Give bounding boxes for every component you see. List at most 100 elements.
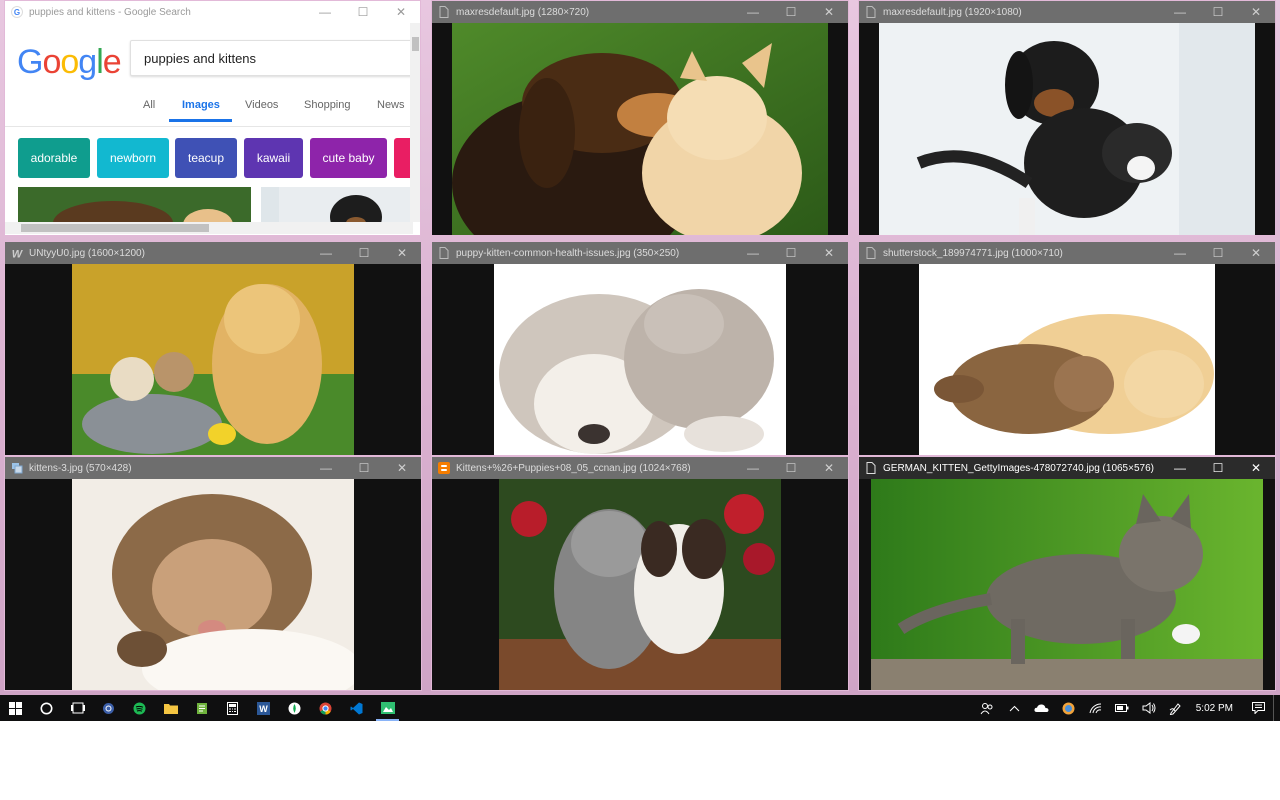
viewer-titlebar[interactable]: kittens-3.jpg (570×428) — ☐ ✕ (5, 457, 421, 479)
minimize-button[interactable]: — (734, 1, 772, 23)
action-center-icon[interactable] (1243, 695, 1273, 721)
minimize-button[interactable]: — (307, 457, 345, 479)
search-input[interactable]: puppies and kittens (130, 40, 413, 76)
minimize-button[interactable]: — (734, 242, 772, 264)
close-button[interactable]: ✕ (1237, 457, 1275, 479)
minimize-button[interactable]: — (1161, 1, 1199, 23)
result-thumbnail[interactable] (261, 187, 413, 222)
viewer-titlebar[interactable]: puppy-kitten-common-health-issues.jpg (3… (432, 242, 848, 264)
chip-kawaii[interactable]: kawaii (244, 138, 303, 178)
window-title: maxresdefault.jpg (1280×720) (456, 6, 590, 18)
vertical-scrollbar[interactable] (410, 23, 420, 222)
close-button[interactable]: ✕ (1237, 242, 1275, 264)
maximize-button[interactable]: ☐ (345, 457, 383, 479)
horizontal-scroll-thumb[interactable] (21, 224, 209, 232)
cortana-icon[interactable] (31, 695, 62, 721)
wifi-icon[interactable] (1082, 695, 1109, 721)
viewer-titlebar[interactable]: maxresdefault.jpg (1280×720) — ☐ ✕ (432, 1, 848, 23)
svg-text:G: G (14, 8, 20, 17)
file-explorer-icon[interactable] (155, 695, 186, 721)
close-button[interactable]: ✕ (383, 242, 421, 264)
start-icon[interactable] (0, 695, 31, 721)
word-icon[interactable]: W (248, 695, 279, 721)
close-button[interactable]: ✕ (383, 457, 421, 479)
window-title: puppy-kitten-common-health-issues.jpg (3… (456, 247, 680, 259)
notepad-icon[interactable] (186, 695, 217, 721)
maximize-button[interactable]: ☐ (772, 242, 810, 264)
tab-all[interactable]: All (143, 99, 155, 119)
minimize-button[interactable]: — (734, 457, 772, 479)
image-viewer-icon[interactable] (372, 695, 403, 721)
close-button[interactable]: ✕ (1237, 1, 1275, 23)
image-viewer-window[interactable]: shutterstock_189974771.jpg (1000×710) — … (859, 242, 1275, 455)
tab-news[interactable]: News (377, 99, 405, 119)
photo-sleeping-kitten-in-blanket (72, 479, 354, 690)
close-button[interactable]: ✕ (810, 1, 848, 23)
viewer-titlebar[interactable]: W UNtyyU0.jpg (1600×1200) — ☐ ✕ (5, 242, 421, 264)
tab-shopping[interactable]: Shopping (304, 99, 351, 119)
result-thumbnail[interactable] (18, 187, 251, 222)
clock[interactable]: 5:02 PM (1190, 703, 1243, 714)
volume-icon[interactable] (1136, 695, 1163, 721)
maximize-button[interactable]: ☐ (1199, 457, 1237, 479)
maximize-button[interactable]: ☐ (1199, 1, 1237, 23)
tab-images[interactable]: Images (169, 99, 232, 122)
image-viewer-window[interactable]: maxresdefault.jpg (1280×720) — ☐ ✕ (432, 1, 848, 235)
chevron-up-icon[interactable] (1001, 695, 1028, 721)
settings-icon[interactable] (93, 695, 124, 721)
maximize-button[interactable]: ☐ (772, 1, 810, 23)
minimize-button[interactable]: — (1161, 457, 1199, 479)
task-view-icon[interactable] (62, 695, 93, 721)
mongodb-icon[interactable] (279, 695, 310, 721)
app-tray-icon[interactable] (1055, 695, 1082, 721)
spotify-icon[interactable] (124, 695, 155, 721)
chip-newborn[interactable]: newborn (97, 138, 169, 178)
show-desktop-button[interactable] (1273, 695, 1280, 721)
maximize-button[interactable]: ☐ (344, 1, 382, 23)
people-icon[interactable] (974, 695, 1001, 721)
close-button[interactable]: ✕ (810, 457, 848, 479)
viewer-titlebar[interactable]: Kittens+%26+Puppies+08_05_ccnan.jpg (102… (432, 457, 848, 479)
image-viewer-window[interactable]: maxresdefault.jpg (1920×1080) — ☐ ✕ (859, 1, 1275, 235)
image-viewer-window[interactable]: kittens-3.jpg (570×428) — ☐ ✕ (5, 457, 421, 690)
minimize-button[interactable]: — (306, 1, 344, 23)
chip-teacup[interactable]: teacup (175, 138, 237, 178)
image-viewer-window[interactable]: Kittens+%26+Puppies+08_05_ccnan.jpg (102… (432, 457, 848, 690)
image-viewer-window-active[interactable]: GERMAN_KITTEN_GettyImages-478072740.jpg … (859, 457, 1275, 690)
chrome-window[interactable]: G puppies and kittens - Google Search — … (5, 1, 420, 235)
chrome-icon[interactable] (310, 695, 341, 721)
close-button[interactable]: ✕ (382, 1, 420, 23)
chrome-titlebar[interactable]: G puppies and kittens - Google Search — … (5, 1, 420, 24)
maximize-button[interactable]: ☐ (1199, 242, 1237, 264)
window-title: shutterstock_189974771.jpg (1000×710) (883, 247, 1063, 259)
battery-icon[interactable] (1109, 695, 1136, 721)
minimize-button[interactable]: — (1161, 242, 1199, 264)
pen-ink-icon[interactable] (1163, 695, 1190, 721)
google-search-page: Google puppies and kittens All Images Vi… (5, 23, 413, 222)
image-viewer-window[interactable]: puppy-kitten-common-health-issues.jpg (3… (432, 242, 848, 455)
google-favicon-icon: G (11, 6, 23, 18)
chip-adorable[interactable]: adorable (18, 138, 90, 178)
w-logo-icon: W (11, 247, 23, 260)
chip-cute-baby[interactable]: cute baby (310, 138, 387, 178)
photo-grey-kitten-and-shih-tzu (499, 479, 781, 690)
viewer-titlebar[interactable]: shutterstock_189974771.jpg (1000×710) — … (859, 242, 1275, 264)
image-file-icon (438, 6, 450, 18)
calculator-icon[interactable] (217, 695, 248, 721)
blogger-icon (438, 462, 450, 474)
image-file-icon (865, 462, 877, 474)
tab-videos[interactable]: Videos (245, 99, 278, 119)
google-logo[interactable]: Google (17, 43, 122, 82)
vscode-icon[interactable] (341, 695, 372, 721)
close-button[interactable]: ✕ (810, 242, 848, 264)
viewer-titlebar[interactable]: maxresdefault.jpg (1920×1080) — ☐ ✕ (859, 1, 1275, 23)
viewer-titlebar[interactable]: GERMAN_KITTEN_GettyImages-478072740.jpg … (859, 457, 1275, 479)
maximize-button[interactable]: ☐ (772, 457, 810, 479)
image-viewer-window[interactable]: W UNtyyU0.jpg (1600×1200) — ☐ ✕ (5, 242, 421, 455)
vertical-scroll-thumb[interactable] (412, 37, 419, 51)
maximize-button[interactable]: ☐ (345, 242, 383, 264)
onedrive-icon[interactable] (1028, 695, 1055, 721)
photo-puppy-kissing-kitten (452, 23, 828, 235)
minimize-button[interactable]: — (307, 242, 345, 264)
window-title: Kittens+%26+Puppies+08_05_ccnan.jpg (102… (456, 462, 691, 474)
